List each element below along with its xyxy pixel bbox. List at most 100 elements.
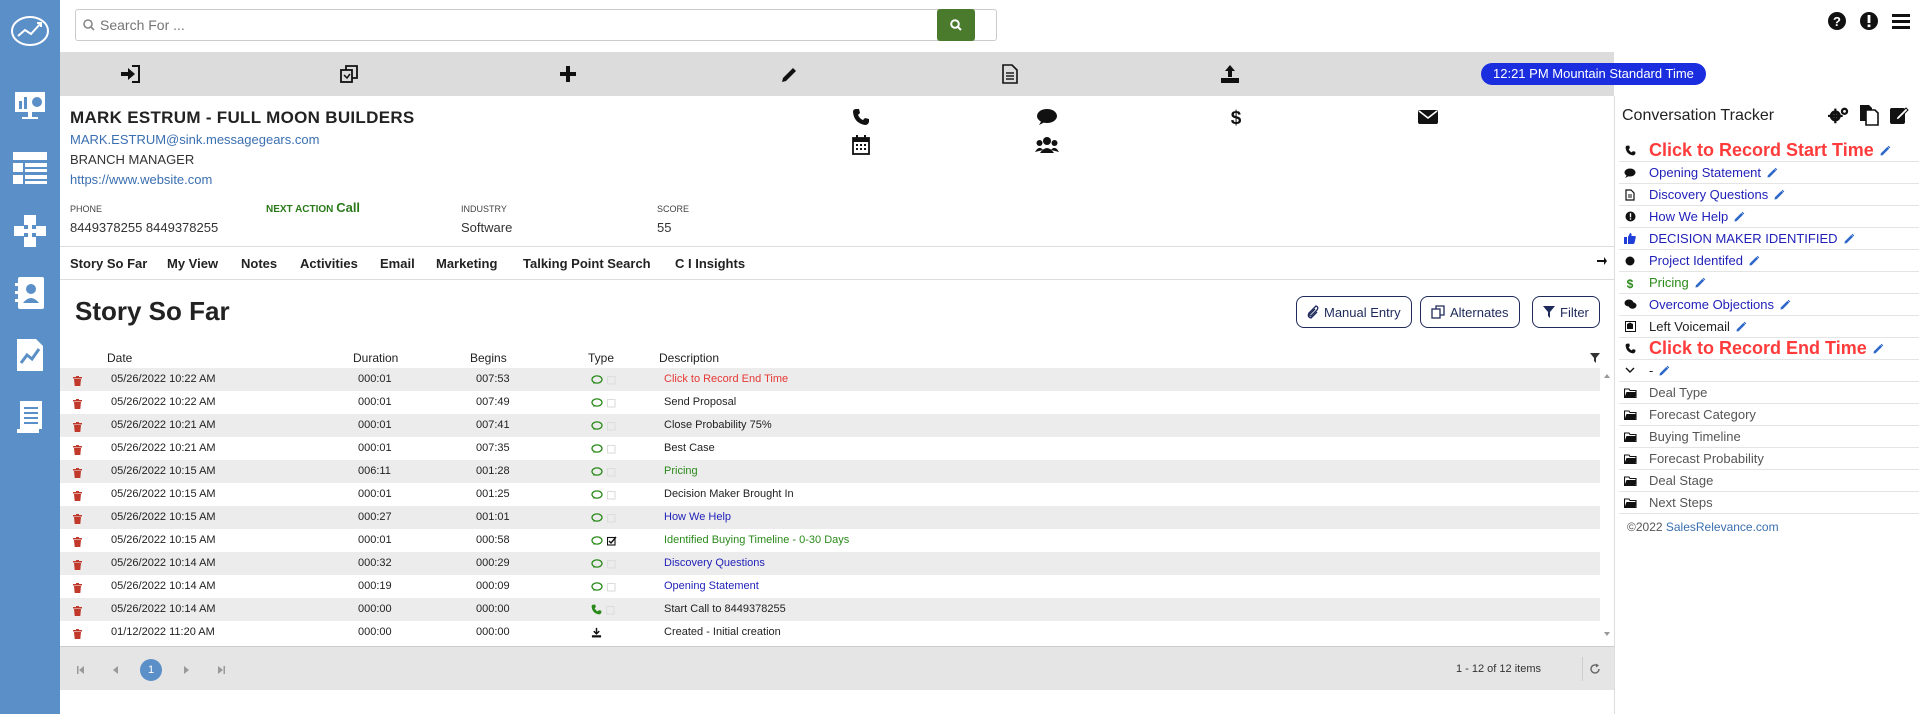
- row-description[interactable]: Created - Initial creation: [664, 626, 781, 638]
- list-view-nav-icon[interactable]: [0, 145, 60, 191]
- row-description[interactable]: Send Proposal: [664, 396, 736, 408]
- edit-pencil-icon[interactable]: [1873, 343, 1884, 354]
- tracker-item[interactable]: How We Help: [1619, 206, 1919, 228]
- tracker-item-label[interactable]: Project Identifed: [1649, 253, 1743, 268]
- envelope-icon[interactable]: [1415, 106, 1441, 128]
- tracker-item[interactable]: Discovery Questions: [1619, 184, 1919, 206]
- table-row[interactable]: 05/26/2022 10:15 AM 000:01 001:25 Decision …: [60, 483, 1600, 506]
- tabs-scroll-right-icon[interactable]: [1596, 255, 1608, 270]
- delete-row-icon[interactable]: [73, 535, 82, 550]
- tracker-item-label[interactable]: Forecast Probability: [1649, 451, 1764, 466]
- edit-button[interactable]: [777, 62, 803, 86]
- tracker-item-label[interactable]: Click to Record Start Time: [1649, 140, 1874, 161]
- table-row[interactable]: 05/26/2022 10:14 AM 000:32 000:29 Discovery…: [60, 552, 1600, 575]
- page-1-button[interactable]: 1: [140, 659, 162, 681]
- column-filter-icon[interactable]: [1590, 352, 1600, 366]
- tracker-item-label[interactable]: Deal Type: [1649, 385, 1707, 400]
- row-description[interactable]: Decision Maker Brought In: [664, 488, 794, 500]
- table-row[interactable]: 05/26/2022 10:21 AM 000:01 007:41 Close Pro…: [60, 414, 1600, 437]
- manual-entry-button[interactable]: Manual Entry: [1296, 296, 1412, 328]
- tab-email[interactable]: Email: [380, 256, 415, 271]
- prev-page-button[interactable]: [105, 659, 127, 681]
- tab-notes[interactable]: Notes: [241, 256, 277, 271]
- users-icon[interactable]: [1034, 134, 1060, 156]
- edit-pencil-icon[interactable]: [1695, 277, 1706, 288]
- delete-row-icon[interactable]: [73, 512, 82, 527]
- col-type-header[interactable]: Type: [588, 351, 614, 365]
- contact-website-link[interactable]: https://www.website.com: [70, 172, 212, 187]
- tracker-item-label[interactable]: How We Help: [1649, 209, 1728, 224]
- sign-in-button[interactable]: [117, 62, 143, 86]
- delete-row-icon[interactable]: [73, 466, 82, 481]
- tab-marketing[interactable]: Marketing: [436, 256, 497, 271]
- table-row[interactable]: 05/26/2022 10:14 AM 000:00 000:00 Start Cal…: [60, 598, 1600, 621]
- refresh-button[interactable]: [1582, 657, 1606, 681]
- row-description[interactable]: Pricing: [664, 465, 698, 477]
- tracker-item[interactable]: Forecast Probability: [1619, 448, 1919, 470]
- tab-my-view[interactable]: My View: [167, 256, 218, 271]
- grid-scrollbar[interactable]: [1600, 368, 1614, 640]
- tracker-item[interactable]: DECISION MAKER IDENTIFIED: [1619, 228, 1919, 250]
- network-nav-icon[interactable]: [0, 208, 60, 254]
- col-begins-header[interactable]: Begins: [470, 351, 507, 365]
- tracker-item-label[interactable]: Deal Stage: [1649, 473, 1713, 488]
- edit-pencil-icon[interactable]: [1734, 211, 1745, 222]
- tab-ci-insights[interactable]: C I Insights: [675, 256, 745, 271]
- logo-icon[interactable]: [10, 14, 50, 48]
- reports-nav-icon[interactable]: [0, 332, 60, 378]
- table-row[interactable]: 05/26/2022 10:22 AM 000:01 007:53 Click to …: [60, 368, 1600, 391]
- row-description[interactable]: Close Probability 75%: [664, 419, 772, 431]
- copyright-link[interactable]: SalesRelevance.com: [1666, 520, 1779, 534]
- dollar-icon[interactable]: $: [1223, 106, 1249, 128]
- tracker-item[interactable]: Click to Record Start Time: [1619, 140, 1919, 162]
- tracker-item-label[interactable]: Discovery Questions: [1649, 187, 1768, 202]
- tracker-item[interactable]: Next Steps: [1619, 492, 1919, 514]
- alert-icon[interactable]: [1858, 10, 1880, 32]
- tracker-item[interactable]: Buying Timeline: [1619, 426, 1919, 448]
- delete-row-icon[interactable]: [73, 443, 82, 458]
- tracker-item-label[interactable]: -: [1649, 363, 1653, 378]
- tracker-item-label[interactable]: Overcome Objections: [1649, 297, 1774, 312]
- delete-row-icon[interactable]: [73, 627, 82, 640]
- upload-button[interactable]: [1217, 62, 1243, 86]
- tracker-item-label[interactable]: DECISION MAKER IDENTIFIED: [1649, 231, 1838, 246]
- delete-row-icon[interactable]: [73, 489, 82, 504]
- edit-pencil-icon[interactable]: [1749, 255, 1760, 266]
- last-page-button[interactable]: [210, 659, 232, 681]
- contact-email-link[interactable]: MARK.ESTRUM@sink.messagegears.com: [70, 132, 319, 147]
- delete-row-icon[interactable]: [73, 420, 82, 435]
- tracker-item-label[interactable]: Forecast Category: [1649, 407, 1756, 422]
- search-button[interactable]: [937, 9, 975, 41]
- col-duration-header[interactable]: Duration: [353, 351, 398, 365]
- tracker-item[interactable]: Forecast Category: [1619, 404, 1919, 426]
- tab-story-so-far[interactable]: Story So Far: [70, 256, 147, 271]
- first-page-button[interactable]: [70, 659, 92, 681]
- col-description-header[interactable]: Description: [659, 351, 719, 365]
- delete-row-icon[interactable]: [73, 397, 82, 412]
- notebook-nav-icon[interactable]: [0, 394, 60, 440]
- edit-pencil-icon[interactable]: [1843, 233, 1855, 244]
- tracker-item[interactable]: Deal Type: [1619, 382, 1919, 404]
- tab-talking-point-search[interactable]: Talking Point Search: [523, 256, 651, 271]
- tracker-item[interactable]: $ Pricing: [1619, 272, 1919, 294]
- tracker-item[interactable]: -: [1619, 360, 1919, 382]
- delete-row-icon[interactable]: [73, 558, 82, 573]
- filter-button[interactable]: Filter: [1532, 296, 1600, 328]
- help-icon[interactable]: ?: [1826, 10, 1848, 32]
- tracker-item-label[interactable]: Click to Record End Time: [1649, 338, 1867, 359]
- edit-pencil-icon[interactable]: [1659, 365, 1670, 376]
- row-description[interactable]: Start Call to 8449378255: [664, 603, 786, 615]
- table-row[interactable]: 05/26/2022 10:22 AM 000:01 007:49 Send Prop…: [60, 391, 1600, 414]
- table-row[interactable]: 01/12/2022 11:20 AM 000:00 000:00 Created -…: [60, 621, 1600, 640]
- menu-icon[interactable]: [1890, 10, 1912, 32]
- edit-pencil-icon[interactable]: [1780, 299, 1791, 310]
- table-row[interactable]: 05/26/2022 10:14 AM 000:19 000:09 Opening S…: [60, 575, 1600, 598]
- contact-card-nav-icon[interactable]: [0, 270, 60, 316]
- chat-icon[interactable]: [1034, 106, 1060, 128]
- tab-activities[interactable]: Activities: [300, 256, 358, 271]
- col-date-header[interactable]: Date: [107, 351, 132, 365]
- tracker-item-label[interactable]: Buying Timeline: [1649, 429, 1741, 444]
- tracker-item-label[interactable]: Next Steps: [1649, 495, 1713, 510]
- row-description[interactable]: How We Help: [664, 511, 731, 523]
- phone-icon[interactable]: [848, 106, 874, 128]
